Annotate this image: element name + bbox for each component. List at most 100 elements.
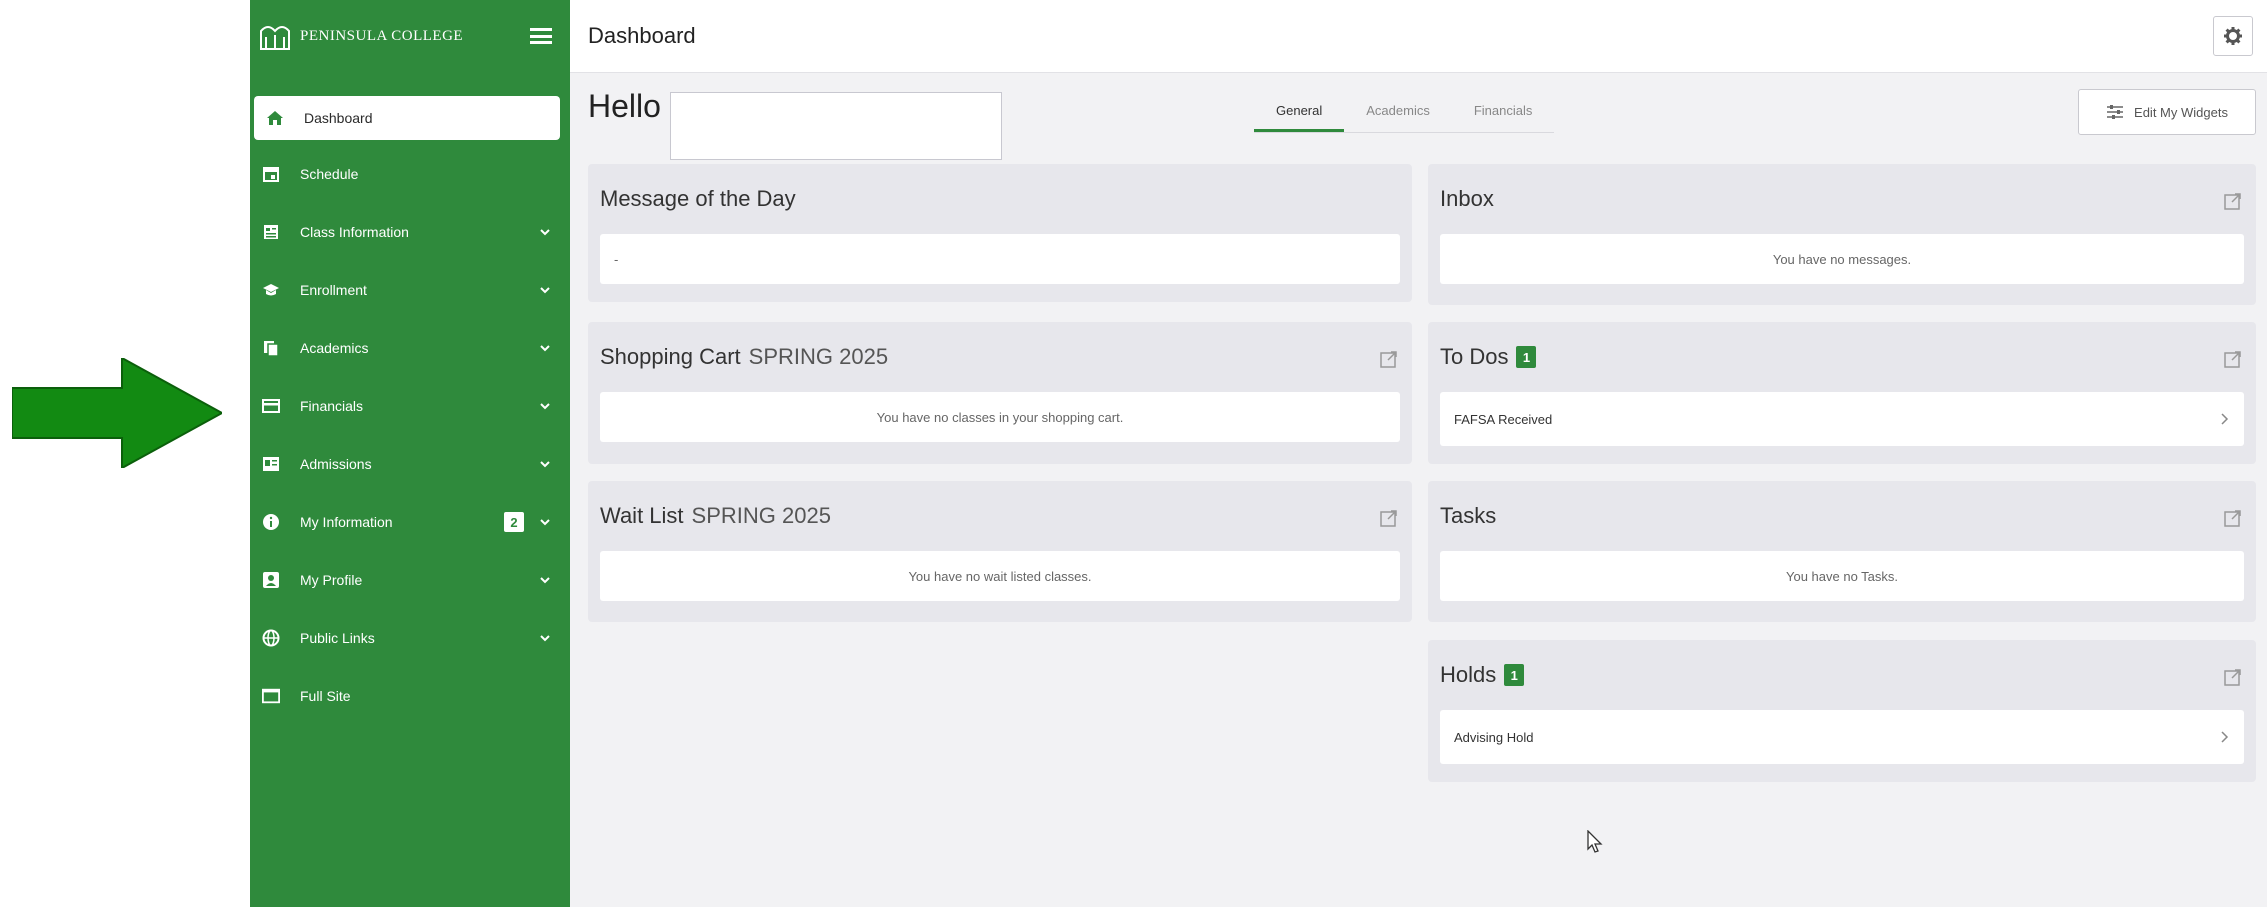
sidebar-item-label: Class Information <box>300 224 409 240</box>
open-external-icon[interactable] <box>1380 350 1398 368</box>
inbox-body: You have no messages. <box>1440 234 2244 284</box>
sidebar-header: PENINSULA COLLEGE <box>250 0 570 72</box>
message-of-the-day-body: - <box>600 234 1400 284</box>
credit-card-icon <box>262 397 280 415</box>
sidebar-item-full-site[interactable]: Full Site <box>250 667 570 725</box>
edit-my-widgets-label: Edit My Widgets <box>2134 104 2228 120</box>
hold-item-row[interactable]: Advising Hold <box>1440 710 2244 764</box>
college-name: PENINSULA COLLEGE <box>300 27 464 44</box>
page-title: Dashboard <box>588 23 696 48</box>
sidebar-item-label: Public Links <box>300 630 375 646</box>
profile-icon <box>262 571 280 589</box>
home-icon <box>266 109 284 127</box>
shopping-cart-body: You have no classes in your shopping car… <box>600 392 1400 442</box>
widget-title: Wait List SPRING 2025 <box>600 503 831 528</box>
open-external-icon[interactable] <box>2224 668 2242 686</box>
calendar-icon <box>262 165 280 183</box>
widget-title: To Dos 1 <box>1440 344 1537 370</box>
wait-list-widget: Wait List SPRING 2025 You have no wait l… <box>588 481 1412 622</box>
settings-button[interactable] <box>2213 16 2253 56</box>
chevron-down-icon <box>540 229 550 236</box>
academics-icon <box>262 339 280 357</box>
sidebar-item-academics[interactable]: Academics <box>250 319 570 377</box>
sidebar-item-label: Schedule <box>300 166 359 182</box>
inbox-widget: Inbox You have no messages. <box>1428 164 2256 305</box>
info-icon <box>262 513 280 531</box>
globe-icon <box>262 629 280 647</box>
college-logo[interactable]: PENINSULA COLLEGE <box>258 19 463 53</box>
tasks-widget: Tasks You have no Tasks. <box>1428 481 2256 622</box>
chevron-down-icon <box>540 287 550 294</box>
to-do-item-row[interactable]: FAFSA Received <box>1440 392 2244 446</box>
main-content: Dashboard Hello General Academics Financ… <box>570 0 2267 907</box>
wait-list-term: SPRING 2025 <box>691 503 831 528</box>
greeting: Hello <box>588 88 661 124</box>
sidebar-item-financials[interactable]: Financials <box>250 377 570 435</box>
sidebar-item-label: Academics <box>300 340 369 356</box>
menu-toggle-icon[interactable] <box>530 28 552 44</box>
shopping-cart-term: SPRING 2025 <box>748 344 889 369</box>
sidebar-item-dashboard[interactable]: Dashboard <box>254 96 560 140</box>
chevron-down-icon <box>540 635 550 642</box>
sidebar-item-public-links[interactable]: Public Links <box>250 609 570 667</box>
chevron-down-icon <box>540 345 550 352</box>
open-external-icon[interactable] <box>2224 350 2242 368</box>
open-external-icon[interactable] <box>1380 509 1398 527</box>
dashboard-tabs: General Academics Financials <box>1254 96 1555 133</box>
mouse-cursor-icon <box>1587 830 1603 853</box>
sidebar-item-class-information[interactable]: Class Information <box>250 203 570 261</box>
redacted-name-box <box>670 92 1002 160</box>
sidebar-item-label: Admissions <box>300 456 372 472</box>
open-external-icon[interactable] <box>2224 509 2242 527</box>
notification-badge: 2 <box>504 512 524 532</box>
message-of-the-day-widget: Message of the Day - <box>588 164 1412 302</box>
chevron-down-icon <box>540 519 550 526</box>
holds-widget: Holds 1 Advising Hold <box>1428 640 2256 782</box>
chevron-down-icon <box>540 577 550 584</box>
chevron-down-icon <box>540 461 550 468</box>
sidebar-nav: Dashboard Schedule Class Information Enr… <box>250 96 570 725</box>
sidebar-item-enrollment[interactable]: Enrollment <box>250 261 570 319</box>
shopping-cart-widget: Shopping Cart SPRING 2025 You have no cl… <box>588 322 1412 464</box>
to-dos-count-badge: 1 <box>1516 346 1537 368</box>
sidebar-item-label: My Profile <box>300 572 363 588</box>
graduation-cap-icon <box>262 281 280 299</box>
tab-general[interactable]: General <box>1254 96 1345 132</box>
class-info-icon <box>262 223 280 241</box>
chevron-down-icon <box>540 403 550 410</box>
chevron-right-icon <box>2221 413 2229 425</box>
open-external-icon[interactable] <box>2224 192 2242 210</box>
window-icon <box>262 687 280 705</box>
sidebar-item-admissions[interactable]: Admissions <box>250 435 570 493</box>
admissions-icon <box>262 455 280 473</box>
sidebar-item-label: My Information <box>300 514 393 530</box>
tab-academics[interactable]: Academics <box>1344 96 1452 132</box>
sidebar-item-label: Financials <box>300 398 364 414</box>
pointer-arrow-icon <box>12 358 222 468</box>
college-logo-icon <box>260 26 290 50</box>
widget-title: Inbox <box>1440 186 1494 211</box>
hold-item-label: Advising Hold <box>1454 729 1534 745</box>
sidebar-item-label: Full Site <box>300 688 351 704</box>
holds-count-badge: 1 <box>1504 664 1525 686</box>
tab-financials[interactable]: Financials <box>1452 96 1555 132</box>
to-dos-widget: To Dos 1 FAFSA Received <box>1428 322 2256 464</box>
chevron-right-icon <box>2221 731 2229 743</box>
widget-title: Message of the Day <box>600 186 796 211</box>
sidebar-item-my-profile[interactable]: My Profile <box>250 551 570 609</box>
widget-title: Shopping Cart SPRING 2025 <box>600 344 889 369</box>
top-bar: Dashboard <box>570 0 2267 73</box>
edit-my-widgets-button[interactable]: Edit My Widgets <box>2078 89 2256 135</box>
tasks-body: You have no Tasks. <box>1440 551 2244 601</box>
sidebar-item-my-information[interactable]: My Information 2 <box>250 493 570 551</box>
sidebar: PENINSULA COLLEGE Dashboard Schedule Cla… <box>250 0 570 907</box>
widget-title: Holds 1 <box>1440 662 1525 688</box>
sidebar-item-label: Enrollment <box>300 282 367 298</box>
sliders-icon <box>2107 105 2124 119</box>
to-do-item-label: FAFSA Received <box>1454 411 1553 427</box>
widget-title: Tasks <box>1440 503 1497 528</box>
gear-icon <box>2224 27 2242 45</box>
sidebar-item-schedule[interactable]: Schedule <box>250 145 570 203</box>
sidebar-item-label: Dashboard <box>304 110 373 126</box>
wait-list-body: You have no wait listed classes. <box>600 551 1400 601</box>
